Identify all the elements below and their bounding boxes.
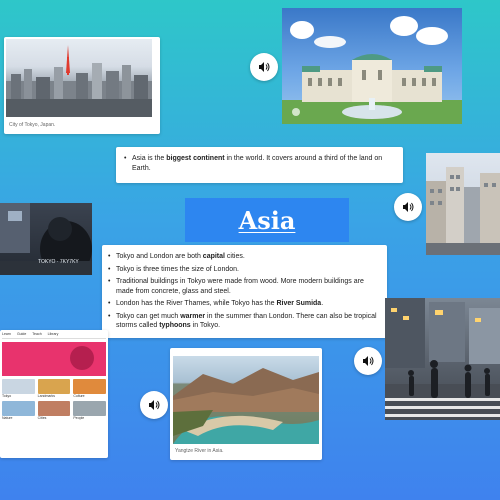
shibuya-crossing-photo [385,298,500,420]
website-card[interactable] [73,379,107,394]
river-drawing [173,368,319,444]
website-card[interactable] [73,401,107,416]
title-banner: Asia [185,198,349,242]
tokyo-city-photo-card: City of Tokyo, Japan. [4,37,160,134]
page-title: Asia [238,205,296,235]
tokyo-city-photo [6,39,152,117]
speaker-icon [403,202,414,212]
audio-button-palace[interactable] [250,53,278,81]
speaker-icon [149,400,160,410]
tokyo-buildings-photo [426,153,500,255]
website-card[interactable] [2,379,35,394]
continent-fact-card: Asia is the biggest continent in the wor… [116,147,403,183]
website-thumbnail[interactable]: Learn Guide Teach Library Tokyo Landmark… [0,330,108,458]
website-cards-row-1 [2,379,107,394]
website-hero-graphic [70,346,94,370]
website-card-label: Tokyo [2,394,12,398]
comparison-item: Traditional buildings in Tokyo were made… [108,277,381,296]
website-card[interactable] [2,401,35,416]
audio-button-river[interactable] [140,391,168,419]
website-hero [2,342,106,376]
website-cards-row-2 [2,401,107,416]
website-card-label: Cities [37,416,47,420]
palace-drawing [282,16,462,124]
tokyo-city-caption: City of Tokyo, Japan. [9,122,56,128]
website-card-label: Nature [2,416,13,420]
palace-photo [282,8,462,124]
website-card[interactable] [37,401,71,416]
city-skyline-drawing [6,45,152,117]
audio-button-buildings[interactable] [394,193,422,221]
comparison-item: London has the River Thames, while Tokyo… [108,299,381,309]
speaker-icon [259,62,270,72]
website-card-label: Landmarks [37,394,55,398]
river-caption: Yangtze River in Asia. [175,448,224,454]
audio-button-crossing[interactable] [354,347,382,375]
comparison-item: Tokyo is three times the size of London. [108,265,381,275]
buildings-drawing [426,167,500,255]
street-sign-text: TOKYO · 7KY7KY [38,259,79,265]
river-photo-card: Yangtze River in Asia. [170,348,322,460]
tokyo-london-comparison-card: Tokyo and London are both capital cities… [102,245,387,338]
continent-fact-text: Asia is the biggest continent in the wor… [124,154,395,173]
comparison-item: Tokyo and London are both capital cities… [108,252,381,262]
crossing-drawing [385,298,500,420]
website-card-label: Culture [73,394,85,398]
river-photo [173,356,319,444]
comparison-item: Tokyo can get much warmer in the summer … [108,312,381,331]
speaker-icon [363,356,374,366]
website-nav: Learn Guide Teach Library [2,332,106,339]
tokyo-street-photo: TOKYO · 7KY7KY [0,203,92,275]
website-card[interactable] [37,379,71,394]
website-card-label: People [73,416,85,420]
